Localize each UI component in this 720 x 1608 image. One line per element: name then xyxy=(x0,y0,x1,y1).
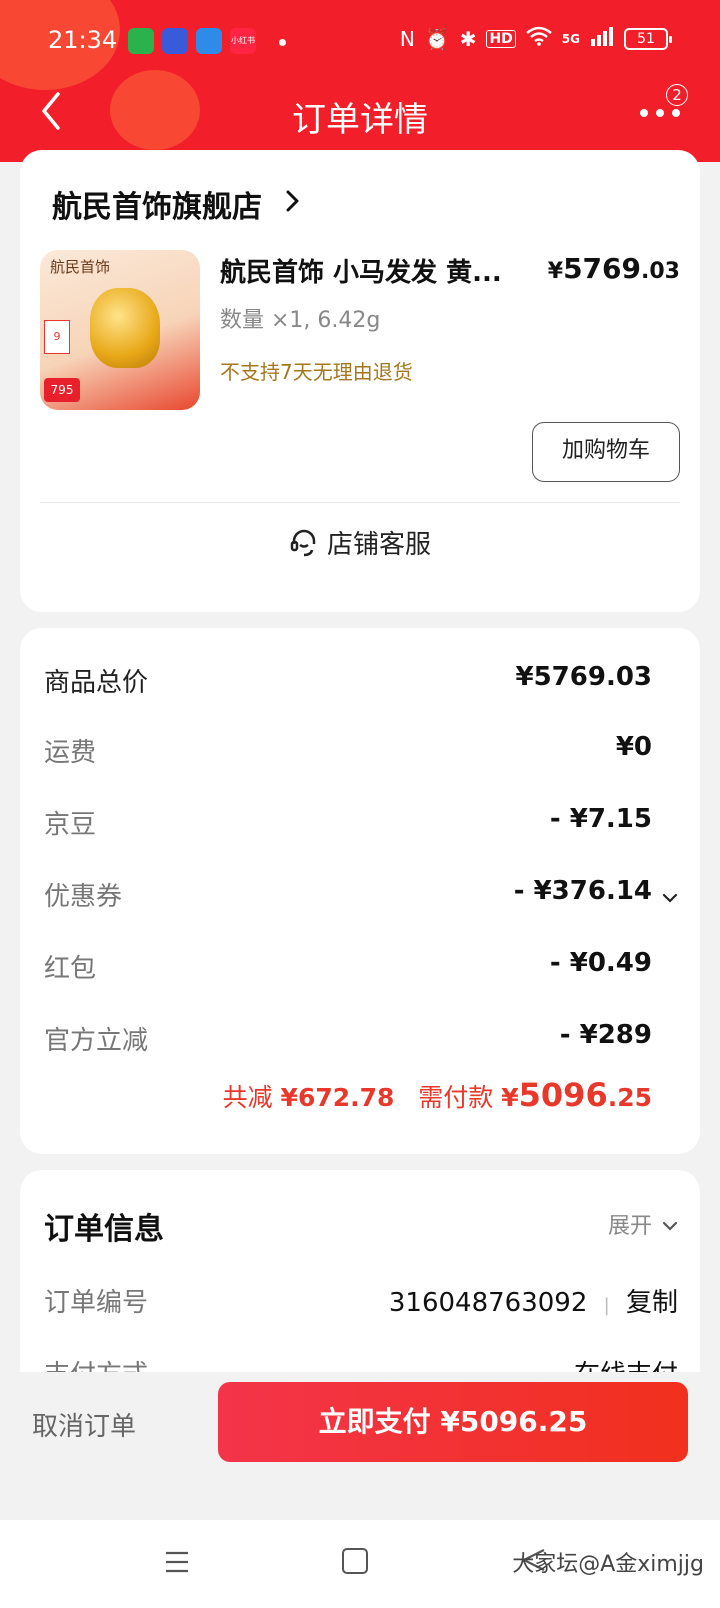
return-policy-notice: 不支持7天无理由退货 xyxy=(220,360,413,384)
more-notifications-dot xyxy=(279,39,286,46)
signal-icon xyxy=(590,26,614,51)
price-row-label: 京豆 xyxy=(44,810,97,840)
store-customer-service-button[interactable]: 店铺客服 xyxy=(20,524,700,561)
headset-icon xyxy=(290,529,316,557)
price-row-shipping: 运费 ¥0 xyxy=(44,732,652,772)
order-number-label: 订单编号 xyxy=(44,1288,149,1318)
chevron-down-icon[interactable] xyxy=(662,1220,678,1232)
xiaohongshu-app-icon: 小红书 xyxy=(230,28,256,54)
store-card: 航民首饰旗舰店 航民首饰 9 795 航民首饰 小马发发 黄... ¥5769.… xyxy=(20,150,700,612)
product-name[interactable]: 航民首饰 小马发发 黄... xyxy=(220,252,510,289)
app-header: 21:34 小红书 N ⏰ ✱ HD 5G 51 订单详情 2 xyxy=(0,0,720,162)
gold-horse-pendant-image xyxy=(90,288,160,368)
notification-app-icon xyxy=(196,28,222,54)
recent-apps-icon[interactable] xyxy=(164,1550,190,1574)
payable-currency: ¥ xyxy=(501,1083,519,1112)
product-quantity-spec: 数量 ×1, 6.42g xyxy=(220,308,381,333)
price-row-coupon[interactable]: 优惠券 - ¥376.14 xyxy=(44,876,652,916)
price-row-label: 优惠券 xyxy=(44,882,123,912)
price-row-value: ¥0 xyxy=(615,732,652,762)
expand-button[interactable]: 展开 xyxy=(608,1208,652,1240)
product-thumbnail[interactable]: 航民首饰 9 795 xyxy=(40,250,200,410)
thumbnail-brand-text: 航民首饰 xyxy=(50,258,111,276)
total-discount-label: 共减 xyxy=(222,1083,273,1112)
notification-app-icon xyxy=(128,28,154,54)
price-row-value: - ¥7.15 xyxy=(549,804,652,834)
total-discount-value: ¥672.78 xyxy=(280,1083,395,1112)
nfc-icon: N xyxy=(399,26,415,51)
divider xyxy=(40,502,680,503)
price-row-label: 红包 xyxy=(44,954,97,984)
thumbnail-price-tag: 795 xyxy=(44,378,80,402)
order-info-title: 订单信息 xyxy=(44,1212,164,1247)
order-total-line: 共减 ¥672.78 需付款 ¥5096.25 xyxy=(223,1076,652,1114)
price-row-label: 运费 xyxy=(44,738,97,768)
order-number-copy-group: 316048763092 | 复制 xyxy=(389,1282,678,1319)
price-row-value: - ¥376.14 xyxy=(513,876,652,906)
price-row-red-packet: 红包 - ¥0.49 xyxy=(44,948,652,988)
network-type-label: 5G xyxy=(561,31,580,46)
battery-icon: 51 xyxy=(624,27,672,50)
alarm-icon: ⏰ xyxy=(424,26,450,51)
wifi-icon xyxy=(525,26,552,51)
price-row-value: - ¥0.49 xyxy=(549,948,652,978)
bluetooth-icon: ✱ xyxy=(459,26,477,51)
cancel-order-button[interactable]: 取消订单 xyxy=(32,1406,136,1443)
notification-app-icon xyxy=(162,28,188,54)
payable-label: 需付款 xyxy=(418,1083,494,1112)
system-nav-bar: 大家坛@A金ximjjg xyxy=(0,1520,720,1608)
price-row-value: - ¥289 xyxy=(559,1020,652,1050)
price-row-label: 商品总价 xyxy=(44,668,149,698)
price-row-goods-total: 商品总价 ¥5769.03 xyxy=(44,662,652,702)
copy-button[interactable]: 复制 xyxy=(626,1288,678,1318)
add-to-cart-button[interactable]: 加购物车 xyxy=(532,422,680,482)
page-title: 订单详情 xyxy=(292,100,428,140)
bottom-action-bar: 取消订单 立即支付 ¥5096.25 xyxy=(0,1372,720,1520)
home-icon[interactable] xyxy=(342,1548,368,1574)
price-row-label: 官方立减 xyxy=(44,1026,149,1056)
store-name[interactable]: 航民首饰旗舰店 xyxy=(52,182,262,226)
price-row-official-discount: 官方立减 - ¥289 xyxy=(44,1020,652,1060)
customer-service-label: 店铺客服 xyxy=(326,530,431,560)
separator: | xyxy=(603,1295,610,1316)
payable-amount: 5096 xyxy=(518,1076,608,1114)
price-row-value: ¥5769.03 xyxy=(515,662,652,692)
order-number-row: 订单编号 316048763092 | 复制 xyxy=(44,1282,678,1322)
message-count-badge: 2 xyxy=(666,84,688,106)
order-number-value: 316048763092 xyxy=(388,1288,588,1318)
watermark: 大家坛@A金ximjjg xyxy=(512,1552,704,1577)
price-row-jingdou: 京豆 - ¥7.15 xyxy=(44,804,652,844)
chevron-down-icon[interactable] xyxy=(662,892,678,904)
chevron-right-icon[interactable] xyxy=(282,188,302,214)
hd-icon: HD xyxy=(486,29,516,48)
status-time: 21:34 xyxy=(48,26,118,54)
payable-decimals: .25 xyxy=(607,1083,652,1112)
pay-now-button[interactable]: 立即支付 ¥5096.25 xyxy=(218,1382,688,1462)
status-bar: 21:34 小红书 N ⏰ ✱ HD 5G 51 xyxy=(0,22,720,62)
price-summary-card: 商品总价 ¥5769.03 运费 ¥0 京豆 - ¥7.15 优惠券 - ¥37… xyxy=(20,628,700,1154)
product-price: ¥5769.03 xyxy=(547,252,680,285)
thumbnail-weight-badge: 9 xyxy=(44,320,70,354)
